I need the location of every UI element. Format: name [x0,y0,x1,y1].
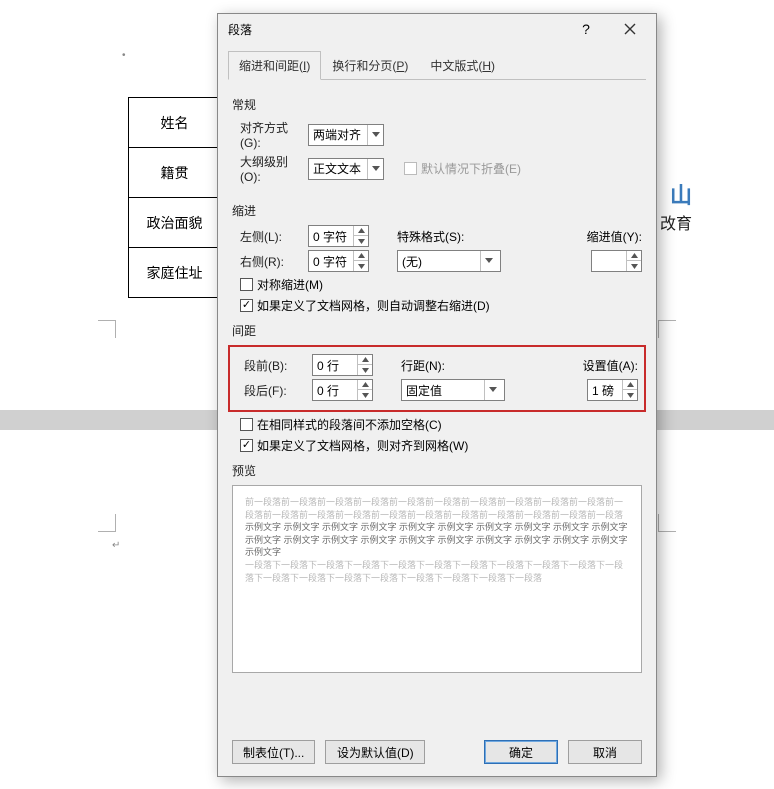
spin-up-icon[interactable] [358,380,372,390]
bg-logo: 山 [670,178,694,210]
section-preview: 预览 [232,462,642,479]
before-input[interactable] [313,355,357,375]
special-combo[interactable] [397,250,501,272]
spin-down-icon[interactable] [358,390,372,400]
alignment-combo[interactable] [308,124,384,146]
titlebar: 段落 ? [218,14,656,44]
cell-name: 姓名 [129,98,221,148]
spin-up-icon[interactable] [358,355,372,365]
right-indent-input[interactable] [309,251,353,271]
section-indent: 缩进 [232,202,642,219]
spin-down-icon[interactable] [358,365,372,375]
at-input[interactable] [588,380,622,400]
indent-by-spinner[interactable] [591,250,642,272]
spin-down-icon[interactable] [354,261,368,271]
alignment-input[interactable] [309,125,367,145]
spin-up-icon[interactable] [627,251,641,261]
cell-address: 家庭住址 [129,248,221,298]
checkbox-checked-icon [240,439,253,452]
highlighted-region: 段前(B): 行距(N): 设置值(A): 段后(F): [228,345,646,412]
tab-line-page-breaks[interactable]: 换行和分页(P) [321,51,419,80]
spin-down-icon[interactable] [354,236,368,246]
outline-label: 大纲级别(O): [232,153,308,184]
margin-corner [658,508,682,532]
cell-origin: 籍贯 [129,148,221,198]
margin-corner [658,320,682,344]
left-indent-label: 左侧(L): [232,228,308,245]
at-label: 设置值(A): [583,357,638,374]
right-indent-label: 右侧(R): [232,253,308,270]
preview-pane: 前一段落前一段落前一段落前一段落前一段落前一段落前一段落前一段落前一段落前一段落… [232,485,642,673]
special-input[interactable] [398,251,480,271]
before-spinner[interactable] [312,354,373,376]
ok-button[interactable]: 确定 [484,740,558,764]
chevron-down-icon[interactable] [480,251,496,271]
close-icon [624,23,636,35]
special-label: 特殊格式(S): [397,228,485,245]
dialog-body: 常规 对齐方式(G): 大纲级别(O): 默认情况下折叠(E) 缩进 左侧(L)… [218,80,656,730]
indent-by-label: 缩进值(Y): [587,228,642,245]
mirror-indent-checkbox[interactable]: 对称缩进(M) [232,276,642,293]
right-indent-spinner[interactable] [308,250,369,272]
cancel-button[interactable]: 取消 [568,740,642,764]
chevron-down-icon[interactable] [367,159,383,179]
indent-by-input[interactable] [592,251,626,271]
spin-up-icon[interactable] [354,226,368,236]
spin-down-icon[interactable] [623,390,637,400]
after-label: 段后(F): [236,382,312,399]
tab-asian-typography[interactable]: 中文版式(H) [419,51,506,80]
bg-logo-sub: 改育 [660,210,692,234]
spin-down-icon[interactable] [627,261,641,271]
outline-combo[interactable] [308,158,384,180]
left-indent-input[interactable] [309,226,353,246]
dialog-title: 段落 [228,21,564,38]
margin-corner [92,320,116,344]
paragraph-dialog: 段落 ? 缩进和间距(I) 换行和分页(P) 中文版式(H) 常规 对齐方式(G… [217,13,657,777]
grid-indent-checkbox[interactable]: 如果定义了文档网格，则自动调整右缩进(D) [232,297,642,314]
left-indent-spinner[interactable] [308,225,369,247]
linespacing-input[interactable] [402,380,484,400]
chevron-down-icon[interactable] [484,380,500,400]
spin-up-icon[interactable] [354,251,368,261]
grid-align-checkbox[interactable]: 如果定义了文档网格，则对齐到网格(W) [232,437,642,454]
checkbox-icon [404,162,417,175]
bg-form-table: 姓名 籍贯 政治面貌 家庭住址 [128,97,221,298]
alignment-label: 对齐方式(G): [232,119,308,150]
checkbox-icon [240,418,253,431]
collapse-checkbox: 默认情况下折叠(E) [396,160,521,177]
tab-indent-spacing[interactable]: 缩进和间距(I) [228,51,321,80]
after-input[interactable] [313,380,357,400]
close-button[interactable] [608,15,652,43]
linespacing-combo[interactable] [401,379,505,401]
chevron-down-icon[interactable] [367,125,383,145]
margin-corner [92,508,116,532]
nospace-checkbox[interactable]: 在相同样式的段落间不添加空格(C) [232,416,642,433]
button-bar: 制表位(T)... 设为默认值(D) 确定 取消 [218,730,656,776]
before-label: 段前(B): [236,357,312,374]
checkbox-checked-icon [240,299,253,312]
tabs-button[interactable]: 制表位(T)... [232,740,315,764]
outline-input[interactable] [309,159,367,179]
tab-strip: 缩进和间距(I) 换行和分页(P) 中文版式(H) [228,50,646,80]
para-mark-icon: ↵ [112,540,120,551]
cell-political: 政治面貌 [129,198,221,248]
help-button[interactable]: ? [564,15,608,43]
section-general: 常规 [232,96,642,113]
checkbox-icon [240,278,253,291]
spin-up-icon[interactable] [623,380,637,390]
section-spacing: 间距 [232,322,642,339]
at-spinner[interactable] [587,379,638,401]
set-default-button[interactable]: 设为默认值(D) [325,740,425,764]
after-spinner[interactable] [312,379,373,401]
para-mark-icon: • [122,50,126,61]
linespacing-label: 行距(N): [401,357,489,374]
